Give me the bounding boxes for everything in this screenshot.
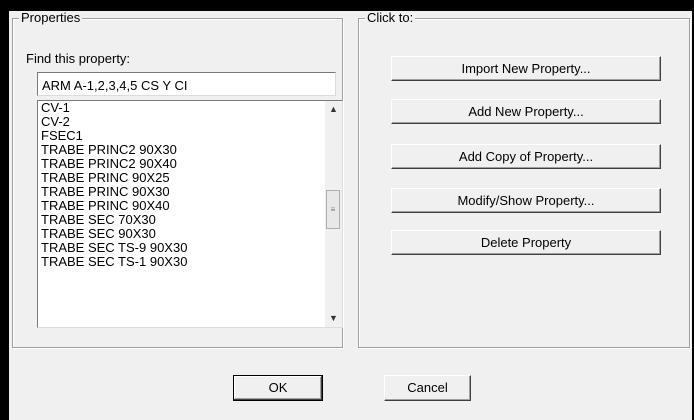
scroll-up-icon[interactable]: ▲ bbox=[325, 101, 342, 118]
import-new-property-button[interactable]: Import New Property... bbox=[391, 56, 661, 81]
list-item[interactable]: TRABE SEC TS-1 90X30 bbox=[38, 255, 312, 269]
list-item[interactable]: TRABE SEC 90X30 bbox=[38, 227, 312, 241]
scroll-thumb[interactable]: ≡ bbox=[326, 190, 340, 229]
list-item[interactable]: TRABE PRINC2 90X40 bbox=[38, 157, 312, 171]
list-item[interactable]: CV-1 bbox=[38, 101, 312, 115]
listbox-scrollbar[interactable]: ▲ ≡ ▼ bbox=[325, 101, 342, 327]
list-item[interactable]: CV-2 bbox=[38, 115, 312, 129]
scroll-down-icon[interactable]: ▼ bbox=[325, 310, 342, 327]
list-item[interactable]: TRABE PRINC 90X40 bbox=[38, 199, 312, 213]
add-copy-of-property-button[interactable]: Add Copy of Property... bbox=[391, 144, 661, 169]
list-item[interactable]: TRABE PRINC2 90X30 bbox=[38, 143, 312, 157]
add-new-property-button[interactable]: Add New Property... bbox=[391, 99, 661, 124]
click-to-group-title: Click to: bbox=[365, 10, 416, 25]
list-item[interactable]: TRABE SEC 70X30 bbox=[38, 213, 312, 227]
modify-show-property-button[interactable]: Modify/Show Property... bbox=[391, 188, 661, 213]
property-listbox[interactable]: CV-1 CV-2 FSEC1 TRABE PRINC2 90X30 TRABE PRI… bbox=[37, 100, 343, 328]
list-item[interactable]: TRABE SEC TS-9 90X30 bbox=[38, 241, 312, 255]
property-list: CV-1 CV-2 FSEC1 TRABE PRINC2 90X30 TRABE PRI… bbox=[38, 101, 312, 269]
property-dialog: Properties Click to: Find this property:… bbox=[9, 11, 692, 420]
list-item[interactable]: FSEC1 bbox=[38, 129, 312, 143]
list-item[interactable]: TRABE PRINC 90X30 bbox=[38, 185, 312, 199]
delete-property-button[interactable]: Delete Property bbox=[391, 230, 661, 255]
list-item[interactable]: TRABE PRINC 90X25 bbox=[38, 171, 312, 185]
cancel-button[interactable]: Cancel bbox=[384, 375, 471, 401]
ok-button[interactable]: OK bbox=[233, 375, 323, 401]
properties-group-title: Properties bbox=[19, 10, 83, 25]
find-property-label: Find this property: bbox=[26, 51, 131, 66]
find-property-input[interactable] bbox=[37, 72, 336, 96]
